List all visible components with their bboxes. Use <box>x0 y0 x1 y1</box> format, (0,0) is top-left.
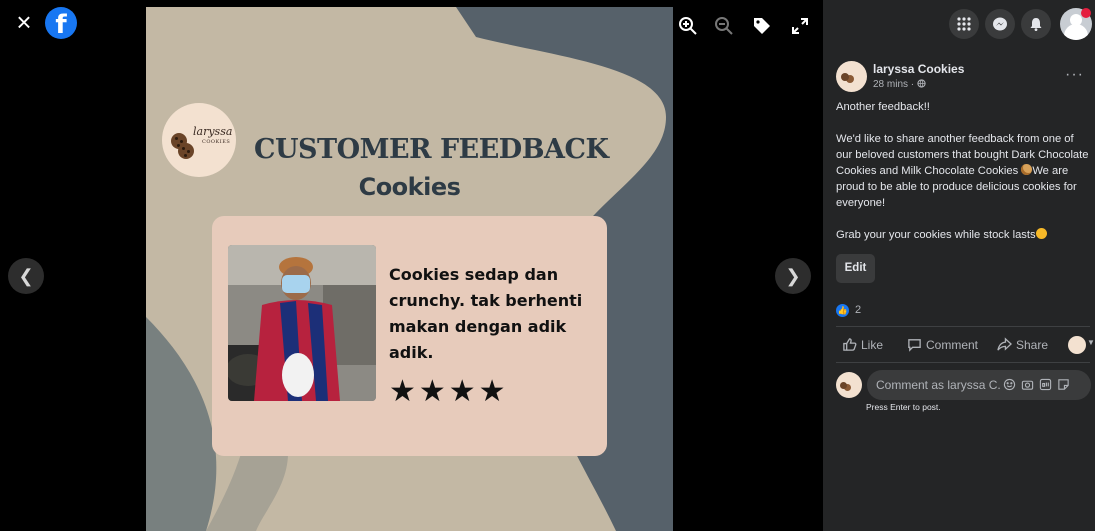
share-icon <box>997 337 1013 351</box>
fullscreen-icon[interactable] <box>790 16 812 38</box>
chevron-right-icon: ❯ <box>785 266 801 286</box>
comment-button[interactable]: Comment <box>907 337 978 355</box>
cookie-icon <box>178 143 194 159</box>
feedback-image: laryssa COOKIES CUSTOMER FEEDBACK Cookie… <box>146 7 673 531</box>
divider <box>836 326 1090 327</box>
heart-eyes-emoji-icon <box>1035 228 1047 239</box>
post-author[interactable]: laryssa Cookies <box>873 62 964 76</box>
tag-icon[interactable] <box>752 16 774 38</box>
brand-logo: laryssa COOKIES <box>162 103 236 177</box>
comment-label: Comment <box>926 338 979 352</box>
post-line-1: Another feedback!! <box>836 101 930 113</box>
post-timestamp[interactable]: 28 mins · <box>873 79 926 90</box>
cookie-emoji-icon <box>1021 164 1033 175</box>
emoji-icon[interactable] <box>1003 378 1016 391</box>
post-panel: laryssa Cookies 28 mins · ··· Another fe… <box>823 0 1095 531</box>
zoom-in-icon[interactable] <box>678 16 700 38</box>
camera-icon[interactable] <box>1021 378 1034 391</box>
share-button[interactable]: Share <box>997 337 1048 355</box>
author-avatar[interactable] <box>836 61 867 92</box>
divider <box>836 362 1090 363</box>
reaction-profile-selector[interactable] <box>1068 336 1086 354</box>
comment-hint: Press Enter to post. <box>866 402 941 412</box>
sticker-icon[interactable] <box>1057 378 1070 391</box>
next-photo-button[interactable]: ❯ <box>775 258 811 294</box>
previous-photo-button[interactable]: ❮ <box>8 258 44 294</box>
photo-viewer: × f ❮ ❯ laryssa COOKIES CUSTOMER FEEDBAC… <box>0 0 823 531</box>
brand-sub: COOKIES <box>202 139 231 145</box>
comment-input[interactable] <box>876 370 1000 400</box>
zoom-out-icon[interactable] <box>714 16 736 38</box>
notifications-icon[interactable] <box>1021 9 1051 39</box>
like-label: Like <box>861 338 884 352</box>
comment-box[interactable] <box>867 370 1091 400</box>
feedback-quote: Cookies sedap dan crunchy. tak berhenti … <box>389 265 583 362</box>
reaction-count[interactable]: 2 <box>855 304 861 316</box>
like-button[interactable]: Like <box>842 337 883 355</box>
globe-icon <box>917 79 926 88</box>
notification-badge <box>1081 8 1091 18</box>
menu-grid-icon[interactable] <box>949 9 979 39</box>
chevron-left-icon: ❮ <box>18 266 34 286</box>
photo-viewer-page: × f ❮ ❯ laryssa COOKIES CUSTOMER FEEDBAC… <box>0 0 1095 531</box>
commenter-avatar <box>836 372 862 398</box>
chevron-down-icon[interactable]: ▼ <box>1087 338 1095 347</box>
post-text: Another feedback!! We'd like to share an… <box>836 99 1090 243</box>
image-subtitle: Cookies <box>358 173 461 201</box>
post-time-text: 28 mins · <box>873 79 917 90</box>
close-icon[interactable]: × <box>12 9 36 35</box>
edit-button[interactable]: Edit <box>836 254 875 283</box>
post-line-3: Grab your your cookies while stock lasts <box>836 229 1036 241</box>
like-icon <box>843 338 857 351</box>
comment-icon <box>908 339 921 352</box>
comment-tools <box>1003 378 1075 396</box>
share-label: Share <box>1016 338 1049 352</box>
image-title: CUSTOMER FEEDBACK <box>254 134 609 165</box>
gif-icon[interactable] <box>1039 378 1052 391</box>
customer-photo <box>228 245 376 401</box>
like-reaction-icon[interactable]: 👍 <box>836 304 849 317</box>
messenger-icon[interactable] <box>985 9 1015 39</box>
post-line-3-wrap: Grab your your cookies while stock lasts <box>836 227 1090 243</box>
feedback-card: Cookies sedap dan crunchy. tak berhenti … <box>212 216 607 456</box>
post-paragraph: We'd like to share another feedback from… <box>836 131 1090 211</box>
facebook-logo-icon[interactable]: f <box>45 7 77 39</box>
post-options-button[interactable]: ··· <box>1065 66 1084 84</box>
brand-script: laryssa <box>193 125 233 138</box>
rating-stars: ★★★★ <box>389 374 509 409</box>
